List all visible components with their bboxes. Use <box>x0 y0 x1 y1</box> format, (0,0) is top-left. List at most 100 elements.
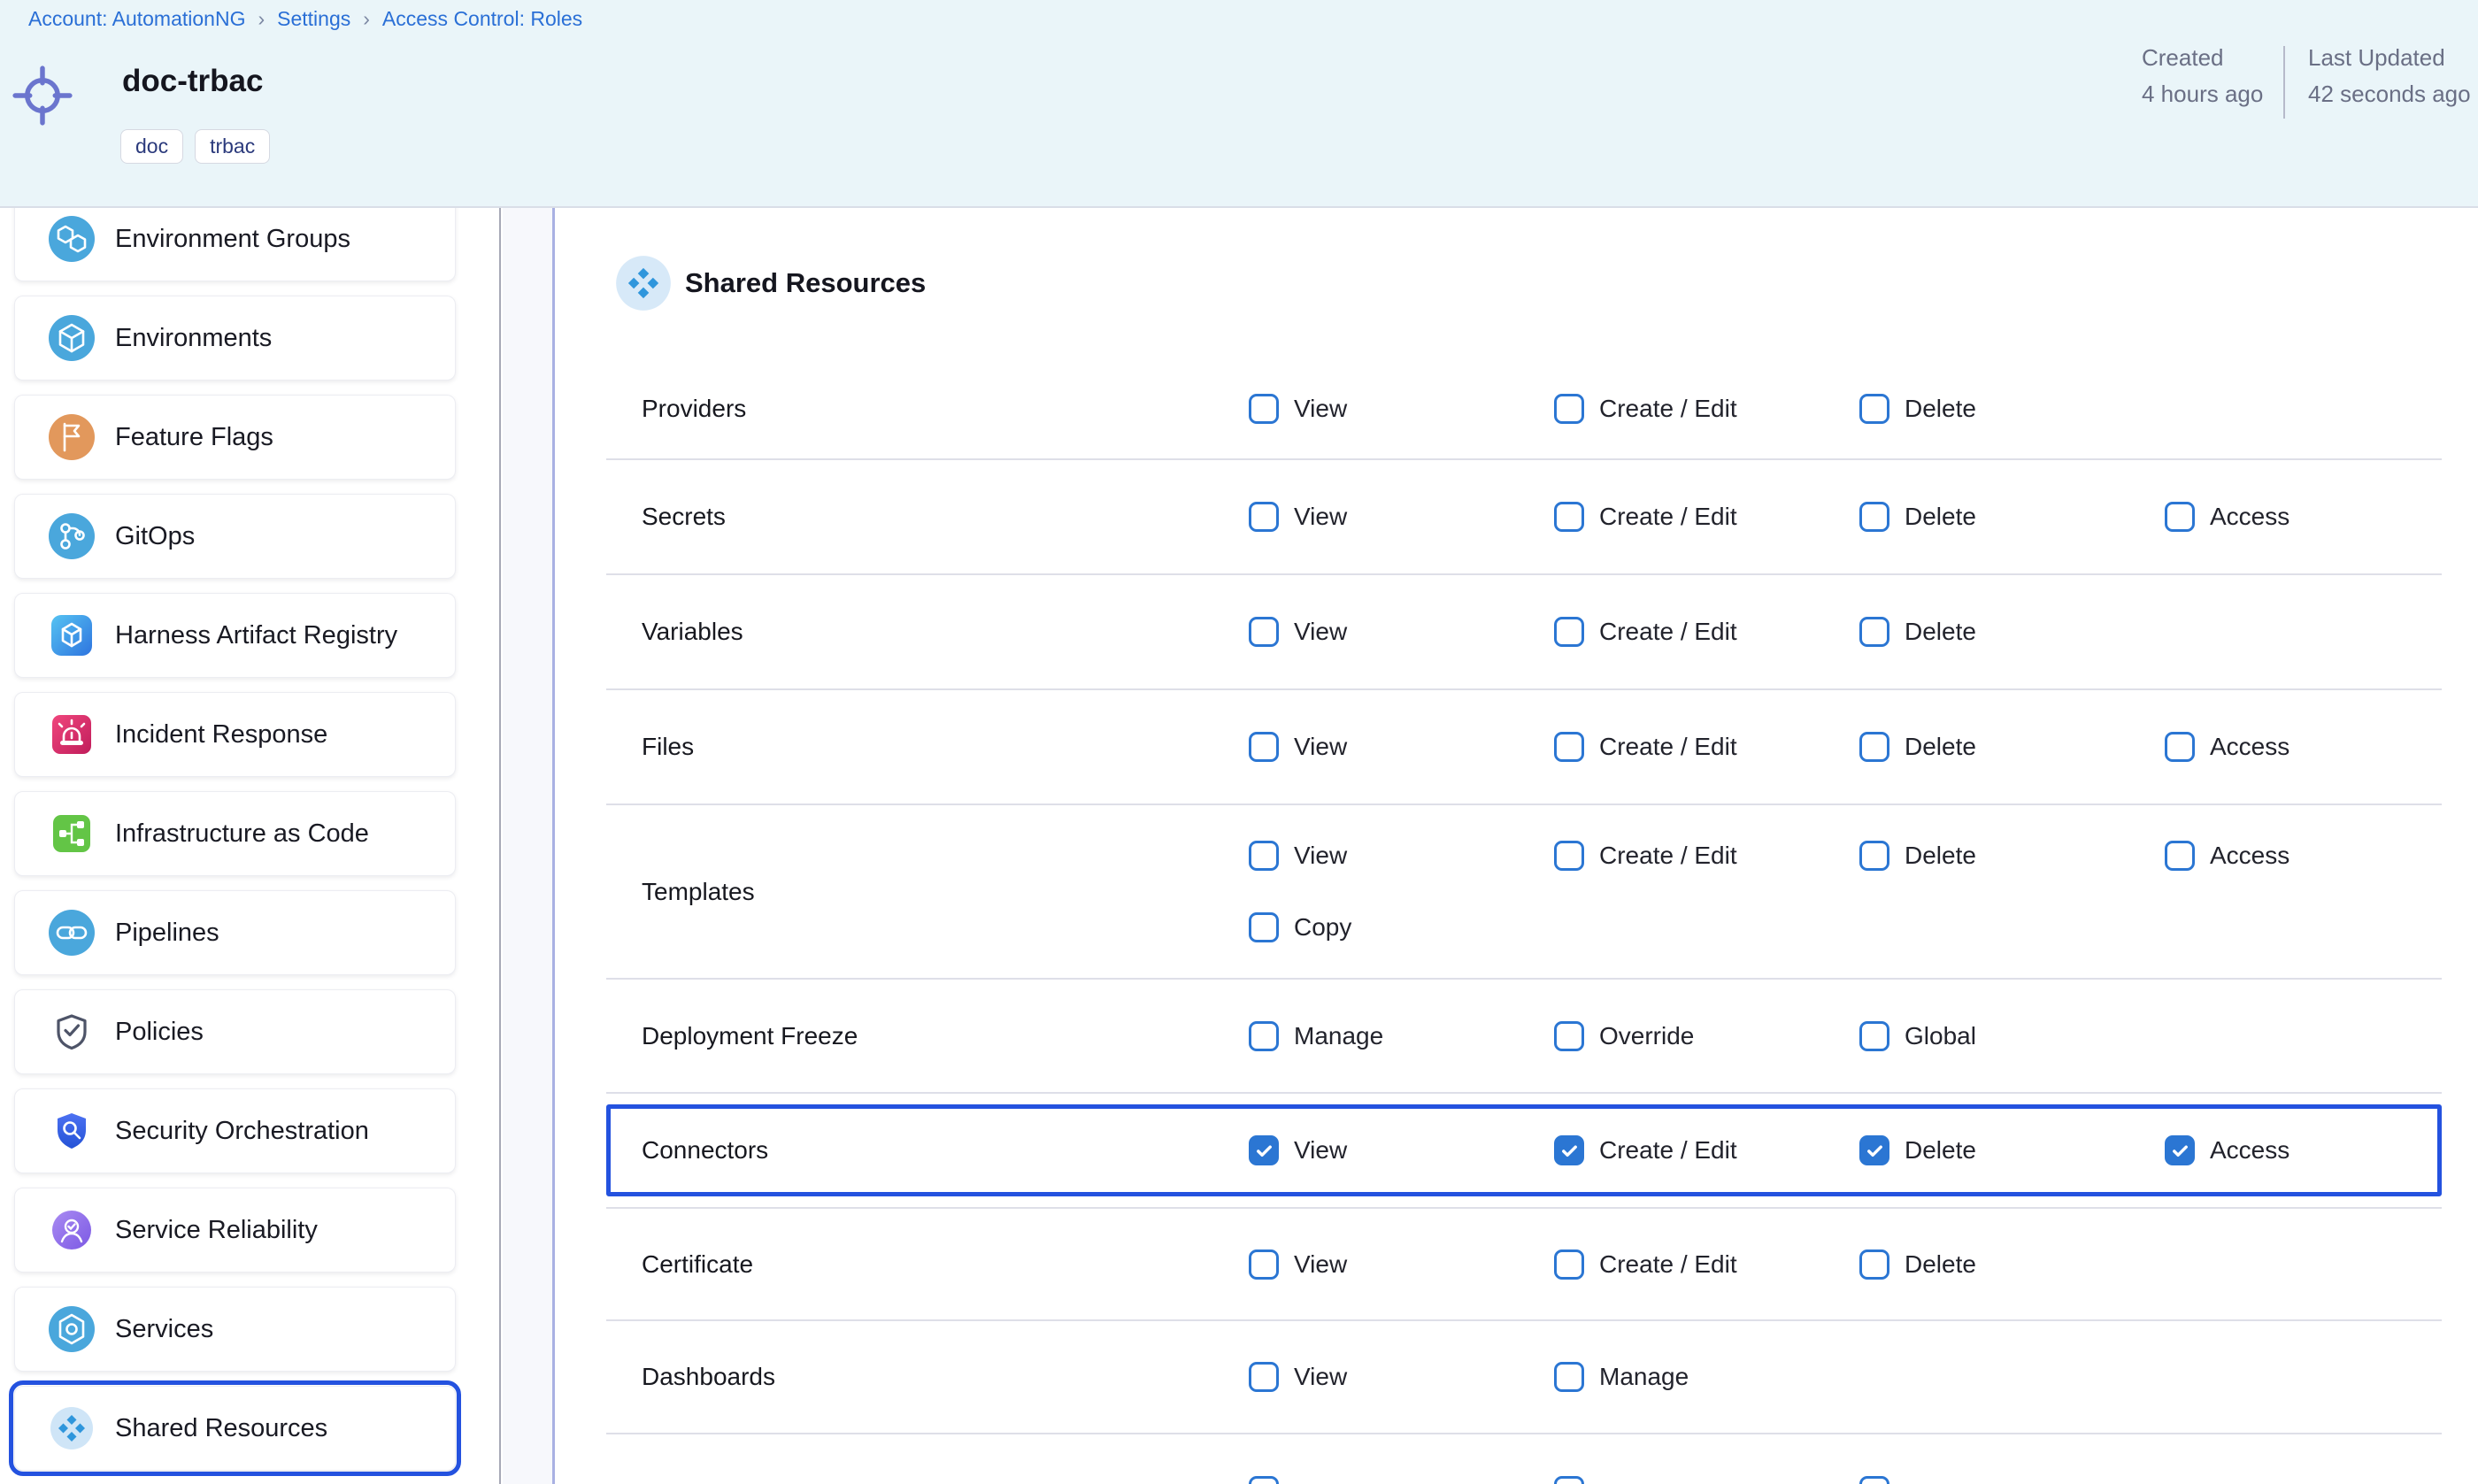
permission-delete[interactable]: Delete <box>1859 841 2165 871</box>
checkbox-icon[interactable] <box>2165 732 2195 762</box>
permission-view[interactable]: View <box>1249 841 1554 871</box>
permission-create-edit[interactable]: Create / Edit <box>1554 617 1859 647</box>
permission-access[interactable]: Access <box>2165 841 2442 871</box>
checkbox-icon[interactable] <box>2165 841 2195 871</box>
permission-label: View <box>1294 733 1347 761</box>
permission-delete[interactable]: Delete <box>1859 1249 2165 1280</box>
permission-global[interactable]: Global <box>1859 1021 2165 1051</box>
sidebar-item-services[interactable]: Services <box>14 1287 456 1372</box>
breadcrumb-link-settings[interactable]: Settings <box>277 7 350 31</box>
permission-delete[interactable]: Delete <box>1859 1135 2165 1165</box>
meta-label: Last Updated <box>2308 44 2478 72</box>
permission-delete[interactable]: Delete <box>1859 394 2165 424</box>
section-header: Shared Resources <box>555 208 2478 358</box>
checkbox-icon[interactable] <box>1859 617 1889 647</box>
checkbox-icon[interactable] <box>1249 912 1279 942</box>
permission-access[interactable]: Access <box>2165 732 2442 762</box>
sidebar-item-environment-groups[interactable]: Environment Groups <box>14 208 456 281</box>
sidebar-item-gitops[interactable]: GitOps <box>14 494 456 579</box>
checkbox-icon[interactable] <box>1554 1476 1584 1484</box>
breadcrumb-link-account-automationng[interactable]: Account: AutomationNG <box>28 7 245 31</box>
checkbox-icon[interactable] <box>1554 394 1584 424</box>
permission-manage[interactable]: Manage <box>1249 1021 1554 1051</box>
permission-create-edit[interactable]: Create / Edit <box>1554 732 1859 762</box>
sidebar-item-shared-resources[interactable]: Shared Resources <box>14 1386 456 1471</box>
infrastructure-as-code-icon <box>47 809 96 858</box>
security-orchestration-icon <box>47 1106 96 1156</box>
checkbox-icon[interactable] <box>1249 1362 1279 1392</box>
checkbox-icon[interactable] <box>1249 394 1279 424</box>
checkbox-checked-icon[interactable] <box>1859 1135 1889 1165</box>
permission-create-edit[interactable]: Create / Edit <box>1554 1249 1859 1280</box>
permission-view[interactable]: View <box>1249 1135 1554 1165</box>
checkbox-icon[interactable] <box>1249 502 1279 532</box>
permission-view[interactable]: View <box>1249 617 1554 647</box>
checkbox-icon[interactable] <box>1554 1362 1584 1392</box>
checkbox-icon[interactable] <box>1554 732 1584 762</box>
checkbox-icon[interactable] <box>1554 1021 1584 1051</box>
checkbox-icon[interactable] <box>1554 841 1584 871</box>
checkbox-icon[interactable] <box>1249 617 1279 647</box>
sidebar-item-label: Security Orchestration <box>115 1117 369 1146</box>
sidebar-item-service-reliability[interactable]: Service Reliability <box>14 1188 456 1273</box>
permission-checkbox[interactable] <box>1859 1476 2165 1484</box>
sidebar-item-policies[interactable]: Policies <box>14 989 456 1074</box>
checkbox-icon[interactable] <box>1859 841 1889 871</box>
permission-view[interactable]: View <box>1249 732 1554 762</box>
checkbox-icon[interactable] <box>1554 617 1584 647</box>
permission-create-edit[interactable]: Create / Edit <box>1554 841 1859 871</box>
services-icon <box>47 1304 96 1354</box>
permission-delete[interactable]: Delete <box>1859 617 2165 647</box>
permission-checkbox[interactable] <box>1249 1476 1554 1484</box>
permission-view[interactable]: View <box>1249 1362 1554 1392</box>
checkbox-icon[interactable] <box>1859 1476 1889 1484</box>
sidebar-item-incident-response[interactable]: Incident Response <box>14 692 456 777</box>
checkbox-icon[interactable] <box>1249 1021 1279 1051</box>
permission-copy[interactable]: Copy <box>1249 912 1554 942</box>
permission-create-edit[interactable]: Create / Edit <box>1554 394 1859 424</box>
checkbox-checked-icon[interactable] <box>1554 1135 1584 1165</box>
sidebar-item-harness-artifact-registry[interactable]: Harness Artifact Registry <box>14 593 456 678</box>
permission-manage[interactable]: Manage <box>1554 1362 1859 1392</box>
permission-override[interactable]: Override <box>1554 1021 1859 1051</box>
permission-delete[interactable]: Delete <box>1859 732 2165 762</box>
permission-access[interactable]: Access <box>2165 1135 2442 1165</box>
permission-view[interactable]: View <box>1249 502 1554 532</box>
permission-checkbox[interactable] <box>1554 1476 1859 1484</box>
sidebar-item-infrastructure-as-code[interactable]: Infrastructure as Code <box>14 791 456 876</box>
checkbox-icon[interactable] <box>1249 1249 1279 1280</box>
permission-view[interactable]: View <box>1249 1249 1554 1280</box>
checkbox-icon[interactable] <box>2165 502 2195 532</box>
checkbox-checked-icon[interactable] <box>1249 1135 1279 1165</box>
checkbox-icon[interactable] <box>1249 841 1279 871</box>
permission-label: Copy <box>1294 913 1351 942</box>
checkbox-icon[interactable] <box>1249 732 1279 762</box>
checkbox-icon[interactable] <box>1859 394 1889 424</box>
sidebar-item-label: Feature Flags <box>115 423 273 452</box>
sidebar-item-pipelines[interactable]: Pipelines <box>14 890 456 975</box>
checkbox-icon[interactable] <box>1554 502 1584 532</box>
sidebar-item-environments[interactable]: Environments <box>14 296 456 381</box>
checkbox-icon[interactable] <box>1859 732 1889 762</box>
checkbox-icon[interactable] <box>1859 502 1889 532</box>
permission-view[interactable]: View <box>1249 394 1554 424</box>
checkbox-icon[interactable] <box>1859 1249 1889 1280</box>
checkbox-icon[interactable] <box>1249 1476 1279 1484</box>
sidebar-item-label: Shared Resources <box>115 1414 327 1443</box>
permission-access[interactable]: Access <box>2165 502 2442 532</box>
permission-row-deployment-freeze: Deployment FreezeManageOverrideGlobal <box>606 980 2442 1094</box>
checkbox-icon[interactable] <box>1554 1249 1584 1280</box>
permission-label: Access <box>2210 1136 2289 1165</box>
checkbox-icon[interactable] <box>1859 1021 1889 1051</box>
permission-create-edit[interactable]: Create / Edit <box>1554 502 1859 532</box>
checkbox-checked-icon[interactable] <box>2165 1135 2195 1165</box>
sidebar-item-label: Harness Artifact Registry <box>115 621 397 650</box>
permission-delete[interactable]: Delete <box>1859 502 2165 532</box>
permission-create-edit[interactable]: Create / Edit <box>1554 1135 1859 1165</box>
sidebar-item-feature-flags[interactable]: Feature Flags <box>14 395 456 480</box>
permission-label: Global <box>1905 1022 1976 1050</box>
sidebar-item-security-orchestration[interactable]: Security Orchestration <box>14 1088 456 1173</box>
permission-row-partial <box>606 1434 2442 1484</box>
sidebar-item-label: Infrastructure as Code <box>115 819 369 849</box>
breadcrumb-link-access-control-roles[interactable]: Access Control: Roles <box>382 7 582 31</box>
